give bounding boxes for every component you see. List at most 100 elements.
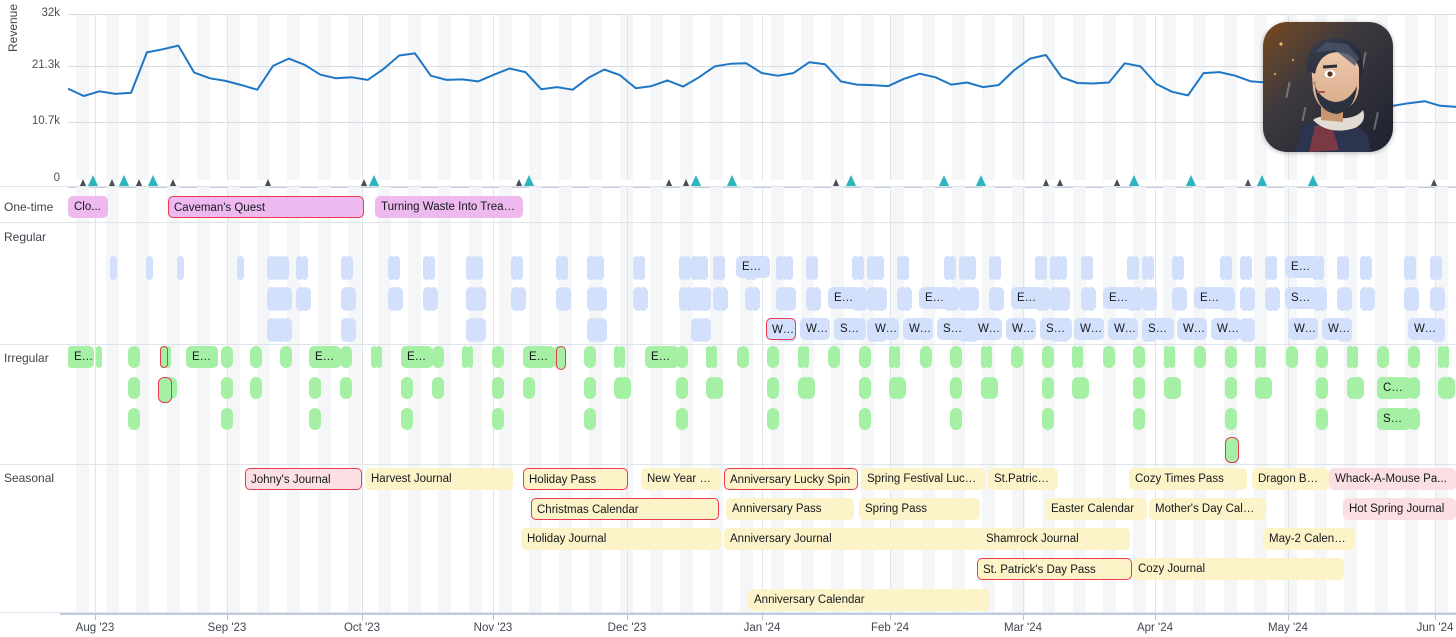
irregular-event-blob[interactable]: [859, 346, 871, 368]
regular-event-blob[interactable]: [1365, 287, 1375, 311]
irregular-event-blob[interactable]: [859, 377, 871, 399]
irregular-event-blob[interactable]: [584, 408, 596, 430]
regular-event-blob[interactable]: [346, 318, 356, 342]
irregular-event-blob[interactable]: [767, 346, 779, 368]
timeline-item[interactable]: Soa...: [937, 318, 969, 340]
irregular-event-blob[interactable]: [828, 346, 840, 368]
regular-event-blob[interactable]: [701, 318, 711, 342]
timeline-item[interactable]: Evil...: [828, 287, 862, 309]
regular-event-blob[interactable]: [1435, 256, 1442, 280]
irregular-event-blob[interactable]: [1011, 346, 1023, 368]
irregular-event-blob[interactable]: [376, 346, 382, 368]
seasonal-item[interactable]: Anniversary Pass: [726, 498, 854, 520]
irregular-event-blob[interactable]: [1316, 408, 1328, 430]
seasonal-item[interactable]: Shamrock Journal: [980, 528, 1130, 550]
regular-event-blob[interactable]: [346, 287, 356, 311]
timeline-item[interactable]: Soa...: [1377, 408, 1411, 430]
regular-event-blob[interactable]: [969, 287, 979, 311]
regular-event-blob[interactable]: [1342, 287, 1352, 311]
regular-event-blob[interactable]: [1245, 256, 1252, 280]
irregular-event-blob[interactable]: [309, 408, 321, 430]
regular-event-blob[interactable]: [1177, 256, 1184, 280]
seasonal-item[interactable]: Easter Calendar: [1045, 498, 1147, 520]
irregular-event-blob[interactable]: [221, 346, 233, 368]
regular-event-blob[interactable]: [811, 256, 818, 280]
timeline-item[interactable]: Soa...: [834, 318, 866, 340]
irregular-event-blob[interactable]: [1316, 346, 1328, 368]
irregular-event-blob[interactable]: [894, 346, 900, 368]
regular-event-blob[interactable]: [561, 287, 571, 311]
regular-event-blob[interactable]: [877, 256, 884, 280]
regular-event-blob[interactable]: [1086, 287, 1096, 311]
regular-event-blob[interactable]: [597, 256, 604, 280]
seasonal-item[interactable]: Anniversary Calendar: [748, 589, 990, 611]
timeline-item[interactable]: Evil...: [736, 256, 770, 278]
irregular-event-blob[interactable]: [221, 377, 233, 399]
irregular-event-blob[interactable]: [1133, 377, 1145, 399]
timeline-item[interactable]: We...: [1108, 318, 1138, 340]
timeline-item[interactable]: We...: [800, 318, 830, 340]
seasonal-item[interactable]: May-2 Calendar: [1263, 528, 1355, 550]
seasonal-item[interactable]: Anniversary Journal: [724, 528, 984, 550]
irregular-event-blob[interactable]: [1042, 377, 1054, 399]
seasonal-item[interactable]: Cozy Journal: [1132, 558, 1344, 580]
regular-event-blob[interactable]: [718, 256, 725, 280]
irregular-event-blob-selected[interactable]: [160, 346, 168, 368]
regular-event-blob[interactable]: [561, 256, 568, 280]
regular-event-blob[interactable]: [1270, 256, 1277, 280]
irregular-event-blob[interactable]: [432, 377, 444, 399]
irregular-event-blob[interactable]: [128, 377, 140, 399]
regular-event-blob[interactable]: [701, 256, 708, 280]
regular-event-blob[interactable]: [902, 256, 909, 280]
regular-event-blob[interactable]: [428, 287, 438, 311]
regular-event-blob[interactable]: [393, 287, 403, 311]
irregular-event-blob[interactable]: [1225, 377, 1237, 399]
irregular-event-blob-selected[interactable]: [1225, 437, 1239, 463]
timeline-item[interactable]: We...: [869, 318, 899, 340]
regular-event-blob[interactable]: [1086, 256, 1093, 280]
timeline-item[interactable]: We...: [1177, 318, 1207, 340]
regular-event-blob[interactable]: [597, 287, 607, 311]
irregular-event-blob[interactable]: [128, 408, 140, 430]
irregular-event-blob[interactable]: [1443, 346, 1449, 368]
irregular-event-blob[interactable]: [950, 377, 962, 399]
irregular-event-blob[interactable]: [1408, 346, 1420, 368]
irregular-event-blob[interactable]: [96, 346, 102, 368]
regular-event-blob[interactable]: [237, 256, 244, 280]
irregular-event-blob[interactable]: [803, 346, 809, 368]
irregular-event-blob[interactable]: [340, 346, 352, 368]
regular-event-blob[interactable]: [393, 256, 400, 280]
timeline-item[interactable]: Evi...: [523, 346, 555, 368]
regular-event-blob[interactable]: [476, 318, 486, 342]
seasonal-item[interactable]: Dragon Boat Fe...: [1252, 468, 1329, 490]
regular-event-blob[interactable]: [750, 287, 760, 311]
regular-event-blob[interactable]: [301, 287, 311, 311]
timeline-item[interactable]: Evi...: [186, 346, 218, 368]
irregular-event-blob[interactable]: [767, 377, 779, 399]
timeline-item[interactable]: Soa...: [1040, 318, 1072, 340]
regular-event-blob[interactable]: [1365, 256, 1372, 280]
regular-event-blob[interactable]: [1225, 256, 1232, 280]
irregular-event-blob[interactable]: [676, 377, 688, 399]
seasonal-item[interactable]: New Year P...: [641, 468, 721, 490]
irregular-event-blob[interactable]: [859, 408, 871, 430]
seasonal-item[interactable]: Johny's Journal: [245, 468, 362, 490]
timeline-item[interactable]: We...: [766, 318, 796, 340]
regular-event-blob[interactable]: [428, 256, 435, 280]
irregular-event-blob[interactable]: [950, 346, 962, 368]
irregular-event-blob[interactable]: [1133, 346, 1145, 368]
timeline-item[interactable]: We...: [1074, 318, 1104, 340]
irregular-event-blob[interactable]: [250, 346, 262, 368]
irregular-event-blob[interactable]: [250, 377, 262, 399]
irregular-event-blob[interactable]: [950, 408, 962, 430]
irregular-event-blob[interactable]: [1377, 346, 1389, 368]
regular-event-blob[interactable]: [1132, 256, 1139, 280]
irregular-event-blob[interactable]: [401, 377, 413, 399]
regular-event-blob[interactable]: [701, 287, 711, 311]
regular-event-blob[interactable]: [110, 256, 117, 280]
regular-event-blob[interactable]: [1177, 287, 1187, 311]
irregular-event-blob[interactable]: [619, 377, 631, 399]
irregular-event-blob[interactable]: [1260, 377, 1272, 399]
irregular-event-blob[interactable]: [1133, 408, 1145, 430]
timeline-item[interactable]: We...: [1006, 318, 1036, 340]
